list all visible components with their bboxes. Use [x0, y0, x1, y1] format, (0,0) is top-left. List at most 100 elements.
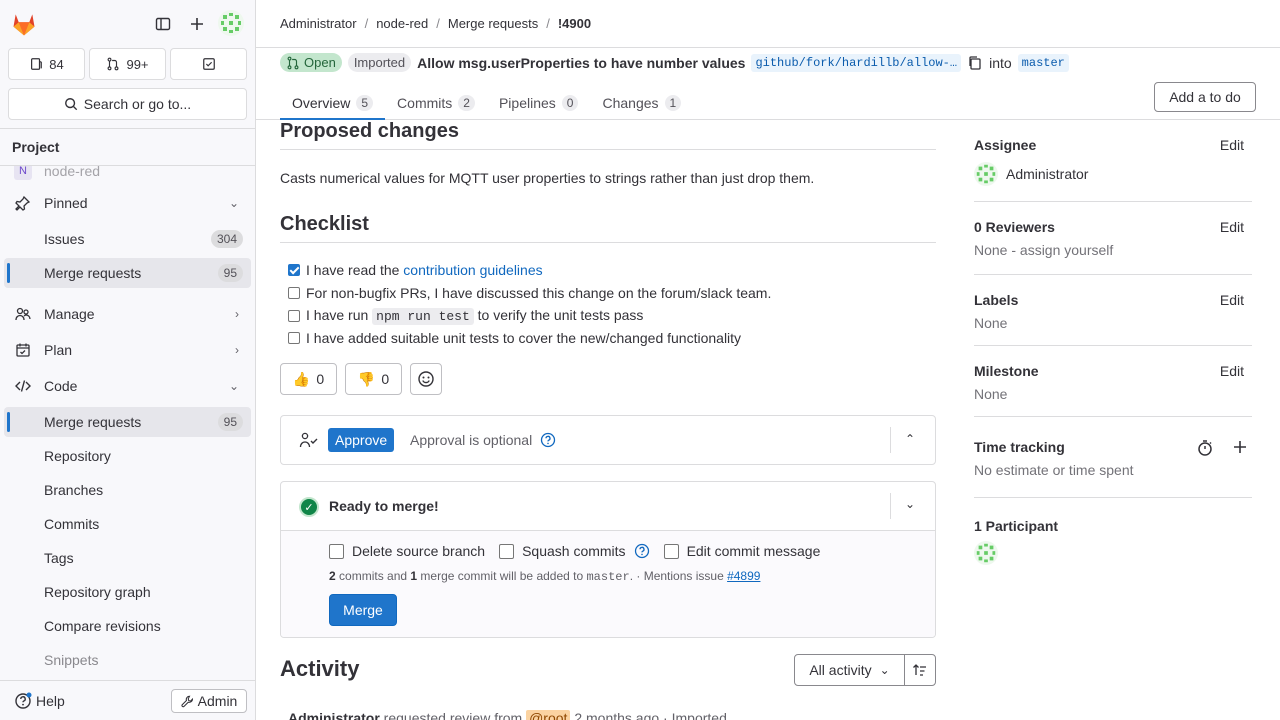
squash-commits-checkbox[interactable] — [499, 543, 515, 559]
edit-assignee-button[interactable]: Edit — [1220, 137, 1244, 153]
sidebar-item-label: Merge requests — [44, 265, 142, 281]
option-label: Edit commit message — [686, 543, 821, 559]
question-icon[interactable] — [634, 543, 650, 559]
sidebar-item-manage[interactable]: Manage › — [4, 299, 251, 329]
sidebar-item-merge-requests[interactable]: Merge requests 95 — [4, 407, 251, 437]
chevron-up-icon[interactable]: ⌃ — [905, 432, 915, 446]
mr-overview: Proposed changes Casts numerical values … — [280, 120, 936, 720]
participants-title: 1 Participant — [974, 518, 1059, 534]
checklist-text: to verify the unit tests pass — [473, 307, 644, 323]
sort-direction-button[interactable] — [904, 654, 936, 686]
thumbsdown-reaction-button[interactable]: 👎 0 — [345, 363, 402, 395]
thumbsup-icon: 👍 — [292, 370, 311, 387]
squash-commits-option[interactable]: Squash commits — [499, 543, 649, 559]
target-branch[interactable]: master — [1017, 53, 1069, 72]
activity-filter-dropdown[interactable]: All activity ⌄ — [794, 654, 905, 686]
sidebar-item-snippets[interactable]: Snippets — [4, 645, 251, 675]
merge-widget-header: ✓ Ready to merge! ⌄ — [281, 482, 935, 531]
assignee-block: Assignee Edit Administrator — [974, 120, 1252, 202]
add-time-icon[interactable] — [1232, 439, 1248, 455]
breadcrumb-item[interactable]: Administrator — [280, 16, 357, 31]
checklist-checkbox[interactable] — [288, 264, 300, 276]
approval-widget: Approve Approval is optional ⌃ — [280, 415, 936, 465]
sidebar-item-label: Branches — [44, 482, 104, 498]
sidebar-item-repository-graph[interactable]: Repository graph — [4, 577, 251, 607]
reviewers-value[interactable]: None - assign yourself — [974, 242, 1113, 258]
help-button[interactable]: Help — [14, 692, 65, 710]
delete-source-branch-option[interactable]: Delete source branch — [329, 543, 485, 559]
sidebar-item-compare-revisions[interactable]: Compare revisions — [4, 611, 251, 641]
gitlab-logo-icon[interactable] — [10, 10, 38, 38]
mr-tabs: Overview 5 Commits 2 Pipelines 0 Changes 1 — [280, 86, 693, 120]
mr-title-row: Open Imported Allow msg.userProperties t… — [280, 53, 1069, 72]
reaction-count: 0 — [381, 371, 390, 387]
merge-requests-button[interactable]: 99+ — [89, 48, 166, 80]
question-icon[interactable] — [540, 432, 556, 448]
edit-reviewers-button[interactable]: Edit — [1220, 219, 1244, 235]
chevron-down-icon[interactable]: ⌄ — [905, 497, 915, 511]
tab-count: 1 — [664, 95, 682, 111]
reaction-count: 0 — [316, 371, 325, 387]
copy-icon[interactable] — [967, 55, 983, 71]
create-new-icon[interactable] — [185, 12, 209, 36]
merge-button[interactable]: Merge — [329, 594, 397, 626]
sidebar-item-label: Snippets — [44, 652, 99, 668]
sidebar-item-pinned-merge-requests[interactable]: Merge requests 95 — [4, 258, 251, 288]
checklist-checkbox[interactable] — [288, 287, 300, 299]
collapse-sidebar-icon[interactable] — [151, 12, 175, 36]
timer-icon[interactable] — [1196, 439, 1214, 457]
tab-changes[interactable]: Changes 1 — [590, 86, 693, 120]
breadcrumb-item[interactable]: Merge requests — [448, 16, 538, 31]
tab-count: 0 — [561, 95, 579, 111]
sidebar-item-branches[interactable]: Branches — [4, 475, 251, 505]
admin-area-button[interactable]: Admin — [171, 689, 247, 713]
mentioned-issue-link[interactable]: #4899 — [727, 569, 760, 583]
add-todo-button[interactable]: Add a to do — [1154, 82, 1256, 112]
edit-commit-message-checkbox[interactable] — [663, 543, 679, 559]
checklist-checkbox[interactable] — [288, 309, 300, 322]
search-button[interactable]: Search or go to... — [8, 88, 247, 120]
user-mention[interactable]: @root — [526, 710, 571, 720]
chevron-right-icon: › — [235, 307, 239, 321]
issues-icon — [31, 58, 43, 70]
contribution-guidelines-link[interactable]: contribution guidelines — [403, 262, 542, 278]
todos-button[interactable] — [170, 48, 247, 80]
participant-avatar[interactable] — [974, 541, 998, 565]
edit-labels-button[interactable]: Edit — [1220, 292, 1244, 308]
breadcrumb-current[interactable]: !4900 — [558, 16, 591, 31]
delete-source-branch-checkbox[interactable] — [329, 543, 344, 559]
sidebar-item-issues[interactable]: Issues 304 — [4, 224, 251, 254]
tab-commits[interactable]: Commits 2 — [385, 86, 487, 120]
sidebar-item-repository[interactable]: Repository — [4, 441, 251, 471]
add-reaction-button[interactable] — [410, 363, 442, 395]
thumbsup-reaction-button[interactable]: 👍 0 — [280, 363, 337, 395]
sidebar-item-code[interactable]: Code ⌄ — [4, 371, 251, 401]
sidebar-item-commits[interactable]: Commits — [4, 509, 251, 539]
tab-count: 5 — [356, 95, 374, 111]
sidebar-item-plan[interactable]: Plan › — [4, 335, 251, 365]
edit-milestone-button[interactable]: Edit — [1220, 363, 1244, 379]
tab-overview[interactable]: Overview 5 — [280, 86, 386, 120]
assignee[interactable]: Administrator — [974, 162, 1088, 186]
description-text: Casts numerical values for MQTT user pro… — [280, 170, 815, 186]
approve-button[interactable]: Approve — [328, 428, 395, 452]
user-avatar[interactable] — [218, 10, 244, 36]
tab-label: Overview — [292, 95, 351, 111]
assigned-issues-button[interactable]: 84 — [8, 48, 85, 80]
reviewers-block: 0 Reviewers Edit None - assign yourself — [974, 202, 1252, 275]
checklist-checkbox[interactable] — [288, 332, 300, 344]
tab-pipelines[interactable]: Pipelines 0 — [487, 86, 591, 120]
sidebar-project-link[interactable]: N node-red — [4, 166, 251, 186]
into-label: into — [989, 54, 1012, 71]
source-branch[interactable]: github/fork/hardillb/allow-… — [751, 53, 962, 72]
sidebar-pinned-toggle[interactable]: Pinned ⌄ — [4, 188, 251, 218]
merge-requests-count-badge: 95 — [217, 413, 243, 431]
edit-commit-message-option[interactable]: Edit commit message — [663, 543, 821, 559]
breadcrumb-item[interactable]: node-red — [376, 16, 428, 31]
tab-label: Commits — [397, 95, 453, 111]
sidebar-nav[interactable]: N node-red Pinned ⌄ Issues 304 Merge req… — [0, 166, 255, 680]
success-check-icon: ✓ — [299, 497, 319, 517]
approval-status: Approval is optional — [410, 432, 556, 448]
sidebar-item-tags[interactable]: Tags — [4, 543, 251, 573]
activity-author[interactable]: Administrator — [288, 710, 380, 720]
